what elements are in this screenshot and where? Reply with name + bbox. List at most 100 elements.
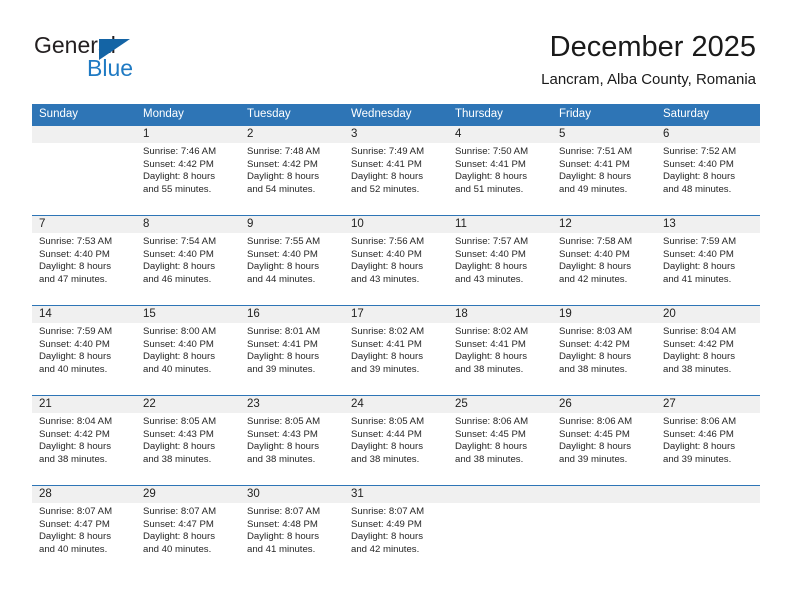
sunset-text: Sunset: 4:40 PM: [39, 338, 110, 350]
day-cell[interactable]: 31 Sunrise: 8:07 AM Sunset: 4:49 PM Dayl…: [344, 486, 448, 575]
day-cell[interactable]: 29 Sunrise: 8:07 AM Sunset: 4:47 PM Dayl…: [136, 486, 240, 575]
day-cell[interactable]: 21 Sunrise: 8:04 AM Sunset: 4:42 PM Dayl…: [32, 396, 136, 485]
daylight-text-line1: Daylight: 8 hours: [663, 171, 735, 183]
day-number: 23: [247, 398, 260, 410]
sunrise-text: Sunrise: 8:02 AM: [455, 326, 529, 337]
daylight-text-line1: Daylight: 8 hours: [247, 261, 319, 273]
day-number: 4: [455, 128, 462, 140]
sunset-text: Sunset: 4:40 PM: [559, 248, 630, 260]
daylight-text-line1: Daylight: 8 hours: [143, 171, 215, 183]
sunrise-text: Sunrise: 8:00 AM: [143, 326, 217, 337]
day-cell[interactable]: 24 Sunrise: 8:05 AM Sunset: 4:44 PM Dayl…: [344, 396, 448, 485]
calendar-grid: Sunday Monday Tuesday Wednesday Thursday…: [32, 104, 760, 575]
sunset-text: Sunset: 4:40 PM: [455, 248, 526, 260]
day-cell[interactable]: 11 Sunrise: 7:57 AM Sunset: 4:40 PM Dayl…: [448, 216, 552, 305]
daylight-text-line2: and 38 minutes.: [247, 453, 316, 465]
day-number: 21: [39, 398, 52, 410]
day-cell[interactable]: 5 Sunrise: 7:51 AM Sunset: 4:41 PM Dayli…: [552, 126, 656, 215]
day-number: 22: [143, 398, 156, 410]
weekday-header-sunday: Sunday: [39, 108, 79, 120]
day-cell[interactable]: 25 Sunrise: 8:06 AM Sunset: 4:45 PM Dayl…: [448, 396, 552, 485]
sunrise-text: Sunrise: 7:54 AM: [143, 236, 217, 247]
daylight-text-line2: and 41 minutes.: [247, 543, 316, 555]
day-number: 30: [247, 488, 260, 500]
daylight-text-line1: Daylight: 8 hours: [39, 531, 111, 543]
day-cell[interactable]: 26 Sunrise: 8:06 AM Sunset: 4:45 PM Dayl…: [552, 396, 656, 485]
day-cell[interactable]: 17 Sunrise: 8:02 AM Sunset: 4:41 PM Dayl…: [344, 306, 448, 395]
daylight-text-line2: and 49 minutes.: [559, 183, 628, 195]
day-cell[interactable]: 28 Sunrise: 8:07 AM Sunset: 4:47 PM Dayl…: [32, 486, 136, 575]
day-cell[interactable]: 9 Sunrise: 7:55 AM Sunset: 4:40 PM Dayli…: [240, 216, 344, 305]
day-details: Sunrise: 7:49 AM Sunset: 4:41 PM Dayligh…: [344, 143, 448, 196]
sunset-text: Sunset: 4:49 PM: [351, 518, 422, 530]
day-cell[interactable]: 23 Sunrise: 8:05 AM Sunset: 4:43 PM Dayl…: [240, 396, 344, 485]
day-cell[interactable]: 13 Sunrise: 7:59 AM Sunset: 4:40 PM Dayl…: [656, 216, 760, 305]
day-cell[interactable]: 3 Sunrise: 7:49 AM Sunset: 4:41 PM Dayli…: [344, 126, 448, 215]
daylight-text-line2: and 43 minutes.: [351, 273, 420, 285]
day-cell[interactable]: [32, 126, 136, 215]
sunrise-text: Sunrise: 7:51 AM: [559, 146, 633, 157]
day-cell[interactable]: 2 Sunrise: 7:48 AM Sunset: 4:42 PM Dayli…: [240, 126, 344, 215]
daylight-text-line2: and 40 minutes.: [39, 363, 108, 375]
sunset-text: Sunset: 4:40 PM: [663, 248, 734, 260]
sunrise-text: Sunrise: 7:57 AM: [455, 236, 529, 247]
day-details: Sunrise: 8:05 AM Sunset: 4:44 PM Dayligh…: [344, 413, 448, 466]
day-number: 18: [455, 308, 468, 320]
general-blue-logo[interactable]: General Blue: [34, 32, 154, 84]
day-cell[interactable]: 10 Sunrise: 7:56 AM Sunset: 4:40 PM Dayl…: [344, 216, 448, 305]
daylight-text-line1: Daylight: 8 hours: [455, 261, 527, 273]
day-cell[interactable]: [656, 486, 760, 575]
day-cell[interactable]: 12 Sunrise: 7:58 AM Sunset: 4:40 PM Dayl…: [552, 216, 656, 305]
day-cell[interactable]: 18 Sunrise: 8:02 AM Sunset: 4:41 PM Dayl…: [448, 306, 552, 395]
daylight-text-line2: and 55 minutes.: [143, 183, 212, 195]
day-details: Sunrise: 8:07 AM Sunset: 4:47 PM Dayligh…: [32, 503, 136, 556]
day-cell[interactable]: 20 Sunrise: 8:04 AM Sunset: 4:42 PM Dayl…: [656, 306, 760, 395]
day-cell[interactable]: 1 Sunrise: 7:46 AM Sunset: 4:42 PM Dayli…: [136, 126, 240, 215]
sunrise-text: Sunrise: 7:55 AM: [247, 236, 321, 247]
day-number: 12: [559, 218, 572, 230]
weekday-header-monday: Monday: [143, 108, 184, 120]
day-cell[interactable]: 16 Sunrise: 8:01 AM Sunset: 4:41 PM Dayl…: [240, 306, 344, 395]
day-cell[interactable]: [552, 486, 656, 575]
daylight-text-line2: and 40 minutes.: [143, 543, 212, 555]
sunset-text: Sunset: 4:44 PM: [351, 428, 422, 440]
sunset-text: Sunset: 4:41 PM: [247, 338, 318, 350]
day-details: Sunrise: 8:03 AM Sunset: 4:42 PM Dayligh…: [552, 323, 656, 376]
daylight-text-line2: and 38 minutes.: [351, 453, 420, 465]
day-cell[interactable]: 14 Sunrise: 7:59 AM Sunset: 4:40 PM Dayl…: [32, 306, 136, 395]
daylight-text-line2: and 39 minutes.: [247, 363, 316, 375]
sunset-text: Sunset: 4:40 PM: [143, 338, 214, 350]
daylight-text-line1: Daylight: 8 hours: [559, 351, 631, 363]
day-cell[interactable]: 27 Sunrise: 8:06 AM Sunset: 4:46 PM Dayl…: [656, 396, 760, 485]
daylight-text-line1: Daylight: 8 hours: [143, 531, 215, 543]
daylight-text-line1: Daylight: 8 hours: [247, 531, 319, 543]
sunrise-text: Sunrise: 8:01 AM: [247, 326, 321, 337]
day-cell[interactable]: 30 Sunrise: 8:07 AM Sunset: 4:48 PM Dayl…: [240, 486, 344, 575]
daylight-text-line1: Daylight: 8 hours: [559, 261, 631, 273]
day-cell[interactable]: 15 Sunrise: 8:00 AM Sunset: 4:40 PM Dayl…: [136, 306, 240, 395]
calendar-week-row: 14 Sunrise: 7:59 AM Sunset: 4:40 PM Dayl…: [32, 305, 760, 395]
day-details: Sunrise: 7:46 AM Sunset: 4:42 PM Dayligh…: [136, 143, 240, 196]
day-cell[interactable]: 8 Sunrise: 7:54 AM Sunset: 4:40 PM Dayli…: [136, 216, 240, 305]
day-number: 19: [559, 308, 572, 320]
day-cell[interactable]: 4 Sunrise: 7:50 AM Sunset: 4:41 PM Dayli…: [448, 126, 552, 215]
daylight-text-line1: Daylight: 8 hours: [559, 441, 631, 453]
daylight-text-line2: and 41 minutes.: [663, 273, 732, 285]
sunrise-text: Sunrise: 8:06 AM: [663, 416, 737, 427]
sunrise-text: Sunrise: 8:03 AM: [559, 326, 633, 337]
day-cell[interactable]: 19 Sunrise: 8:03 AM Sunset: 4:42 PM Dayl…: [552, 306, 656, 395]
daylight-text-line2: and 51 minutes.: [455, 183, 524, 195]
day-number-band: [448, 486, 552, 503]
daylight-text-line1: Daylight: 8 hours: [143, 441, 215, 453]
daylight-text-line1: Daylight: 8 hours: [39, 441, 111, 453]
day-details: Sunrise: 7:57 AM Sunset: 4:40 PM Dayligh…: [448, 233, 552, 286]
sunset-text: Sunset: 4:46 PM: [663, 428, 734, 440]
sunrise-text: Sunrise: 8:06 AM: [455, 416, 529, 427]
daylight-text-line2: and 38 minutes.: [559, 363, 628, 375]
day-cell[interactable]: 22 Sunrise: 8:05 AM Sunset: 4:43 PM Dayl…: [136, 396, 240, 485]
weekday-header-row: Sunday Monday Tuesday Wednesday Thursday…: [32, 104, 760, 125]
day-number: 5: [559, 128, 566, 140]
day-cell[interactable]: 7 Sunrise: 7:53 AM Sunset: 4:40 PM Dayli…: [32, 216, 136, 305]
day-cell[interactable]: 6 Sunrise: 7:52 AM Sunset: 4:40 PM Dayli…: [656, 126, 760, 215]
day-cell[interactable]: [448, 486, 552, 575]
